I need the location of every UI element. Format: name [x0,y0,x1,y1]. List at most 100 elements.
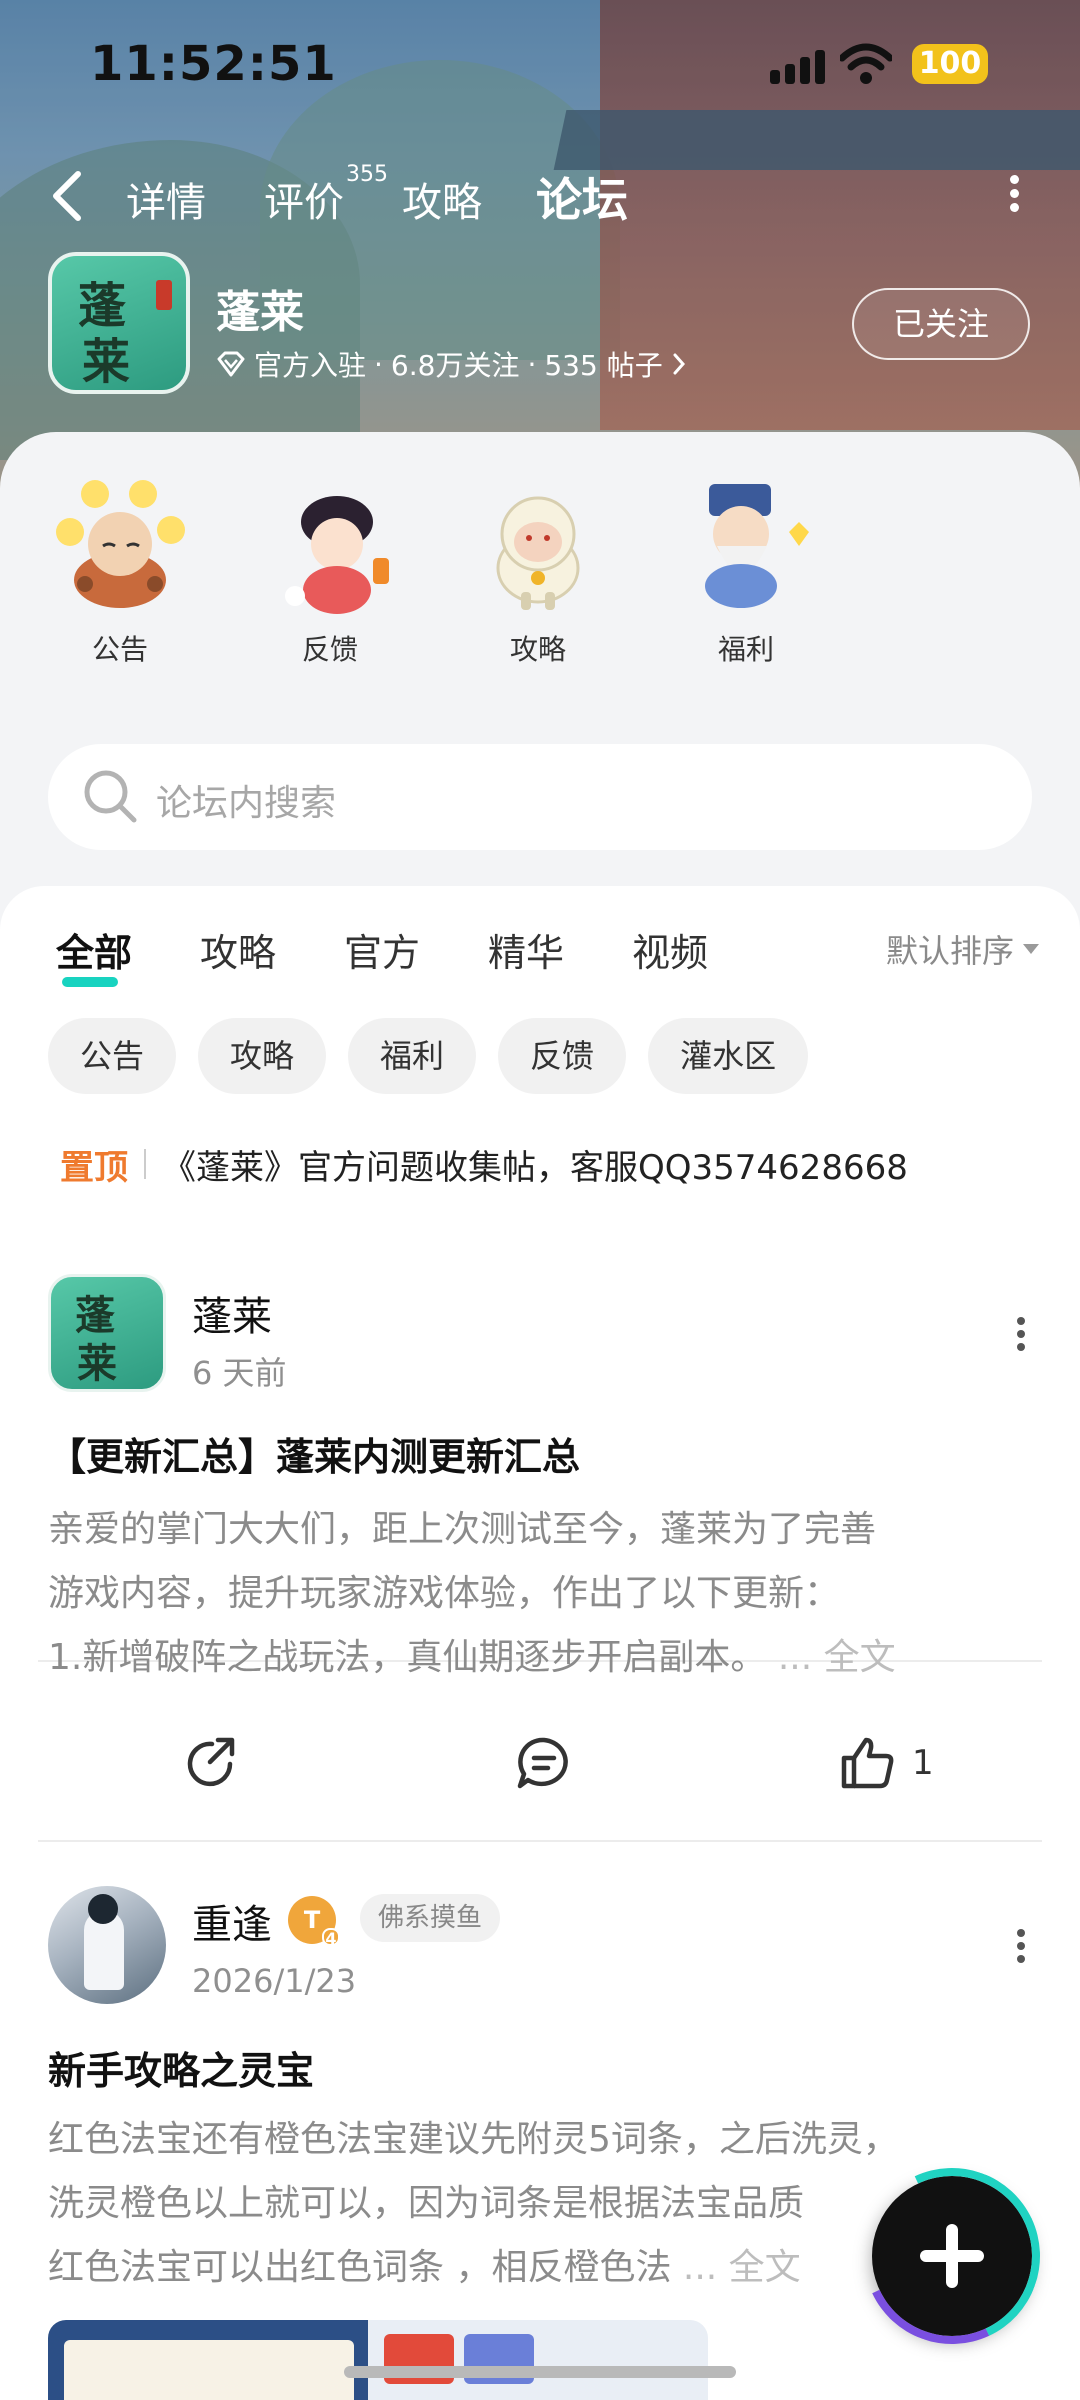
post-author[interactable]: 重逢 [192,1892,272,1950]
feed-tabs: 全部 攻略 官方 精华 视频 默认排序 [0,922,1080,1002]
forum-search-bar[interactable]: 论坛内搜索 [48,744,1032,850]
caret-down-icon [1023,944,1039,954]
post-more-button[interactable] [1014,1312,1028,1356]
back-button[interactable] [48,168,98,228]
chip-feedback[interactable]: 反馈 [498,1018,627,1094]
sort-label: 默认排序 [885,932,1014,970]
user-level-badge: T4 [288,1896,340,1948]
elder-mascot-icon [671,472,821,622]
share-icon [187,1737,235,1787]
post-count: 535 帖子 [544,349,663,382]
chevron-right-icon [673,353,685,375]
create-post-button[interactable] [839,2143,1065,2369]
post-excerpt[interactable]: 亲爱的掌门大大们，距上次测试至今，蓬莱为了完善 游戏内容，提升玩家游戏体验，作出… [48,1498,1028,1690]
avatar[interactable] [48,1886,166,2004]
tab-details[interactable]: 详情 [126,170,206,228]
game-icon-char: 莱 [82,334,131,390]
level-number: 4 [322,1928,340,1948]
post-image-thumbnails[interactable] [48,2320,708,2400]
quick-link-rewards[interactable]: 福利 [666,472,826,668]
tab-guides-label: 攻略 [402,180,482,226]
level-letter: T [303,1906,321,1934]
item-image-thumbnail[interactable] [368,2320,708,2400]
divider [38,1840,1042,1842]
pinned-tag: 置顶 [60,1147,128,1188]
feed-tab-official[interactable]: 官方 [344,922,420,977]
feed-tab-featured[interactable]: 精华 [488,922,564,977]
quick-link-label: 反馈 [301,633,358,666]
post-excerpt-line: 红色法宝可以出红色词条 ，相反橙色法 [48,2247,672,2288]
quick-link-announcements[interactable]: 公告 [40,472,200,668]
feed-tab-guides[interactable]: 攻略 [200,922,276,977]
home-indicator[interactable] [344,2366,736,2378]
tab-guides[interactable]: 攻略 [402,170,482,228]
category-chips: 公告 攻略 福利 反馈 灌水区 [48,1018,809,1098]
feed-tab-all[interactable]: 全部 [56,922,132,987]
battery-icon: 100 [912,44,988,84]
quick-link-label: 福利 [717,633,774,666]
game-icon[interactable]: 蓬 莱 [48,252,190,394]
thumbs-up-icon [841,1737,894,1789]
share-button[interactable] [182,1734,240,1792]
like-count: 1 [912,1743,934,1783]
avatar-char: 莱 [77,1340,117,1387]
search-icon [84,770,137,823]
moon-maiden-mascot-icon [255,472,405,622]
chip-rewards[interactable]: 福利 [348,1018,477,1094]
quick-link-feedback[interactable]: 反馈 [250,472,410,668]
user-title-badge: 佛系摸鱼 [360,1894,501,1942]
comment-button[interactable] [514,1734,574,1792]
post-author[interactable]: 蓬莱 [192,1284,272,1342]
chevron-left-icon [53,171,81,221]
follower-count: 6.8万关注 [390,349,520,382]
avatar[interactable]: 蓬 莱 [48,1274,166,1392]
review-count-badge: 355 [346,162,388,187]
wifi-icon [840,43,892,84]
status-bar: 11:52:51 100 [0,30,1080,100]
top-navigation: 详情 评价 355 攻略 论坛 [0,150,1080,240]
follow-button[interactable]: 已关注 [852,288,1030,360]
forum-header: 蓬 莱 蓬莱 官方入驻 · 6.8万关注 · 535 帖子 已关注 [0,250,1080,400]
read-more-link[interactable]: ... 全文 [778,1637,896,1678]
read-more-link[interactable]: ... 全文 [683,2247,801,2288]
status-time: 11:52:51 [90,36,337,92]
tab-reviews-label: 评价 [264,180,344,226]
quick-link-label: 攻略 [509,633,566,666]
pinned-post-title: 《蓬莱》官方问题收集帖，客服QQ3574628668 [162,1147,908,1188]
guide-image-thumbnail[interactable] [48,2320,368,2400]
post-excerpt-line: 红色法宝还有橙色法宝建议先附灵5词条，之后洗灵， [48,2119,899,2160]
chip-announcements[interactable]: 公告 [48,1018,177,1094]
tab-reviews[interactable]: 评价 355 [264,162,388,228]
post-excerpt-line: 游戏内容，提升玩家游戏体验，作出了以下更新： [48,1573,841,1614]
post-more-button[interactable] [1014,1924,1028,1968]
seal-decoration [156,280,172,310]
post-excerpt-line: 1.新增破阵之战玩法，真仙期逐步开启副本。 [48,1637,767,1678]
forum-title: 蓬莱 [216,287,304,338]
post-title[interactable]: 新手攻略之灵宝 [48,2040,314,2095]
more-options-button[interactable] [1004,170,1024,220]
post-time: 2026/1/23 [192,1962,357,2000]
quick-link-guides[interactable]: 攻略 [458,472,618,668]
battery-level: 100 [918,46,982,81]
post-excerpt-line: 亲爱的掌门大大们，距上次测试至今，蓬莱为了完善 [48,1509,877,1550]
pinned-post[interactable]: 置顶 《蓬莱》官方问题收集帖，客服QQ3574628668 [60,1134,1040,1194]
post-title[interactable]: 【更新汇总】蓬莱内测更新汇总 [48,1426,580,1481]
forum-stats-link[interactable]: 官方入驻 · 6.8万关注 · 535 帖子 [216,344,687,384]
post-time: 6 天前 [192,1354,287,1392]
comment-icon [517,1737,568,1789]
official-label: 官方入驻 [254,349,367,382]
tab-forum-label: 论坛 [536,173,628,227]
quick-links: 公告 反馈 攻略 福利 [0,472,1080,692]
chip-guides[interactable]: 攻略 [198,1018,327,1094]
sheep-mascot-icon [463,472,613,622]
sort-dropdown[interactable]: 默认排序 [886,926,1040,972]
search-input[interactable]: 论坛内搜索 [156,774,336,826]
tab-forum[interactable]: 论坛 [536,164,628,230]
tab-details-label: 详情 [126,180,206,226]
chip-off-topic[interactable]: 灌水区 [648,1018,809,1094]
monk-mascot-icon [45,472,195,622]
diamond-icon [217,351,245,377]
like-button[interactable]: 1 [838,1734,934,1792]
forum-content: 公告 反馈 攻略 福利 论坛内搜索 全部 攻略 官方 精华 视频 默认排序 公告… [0,432,1080,2400]
feed-tab-videos[interactable]: 视频 [632,922,708,977]
